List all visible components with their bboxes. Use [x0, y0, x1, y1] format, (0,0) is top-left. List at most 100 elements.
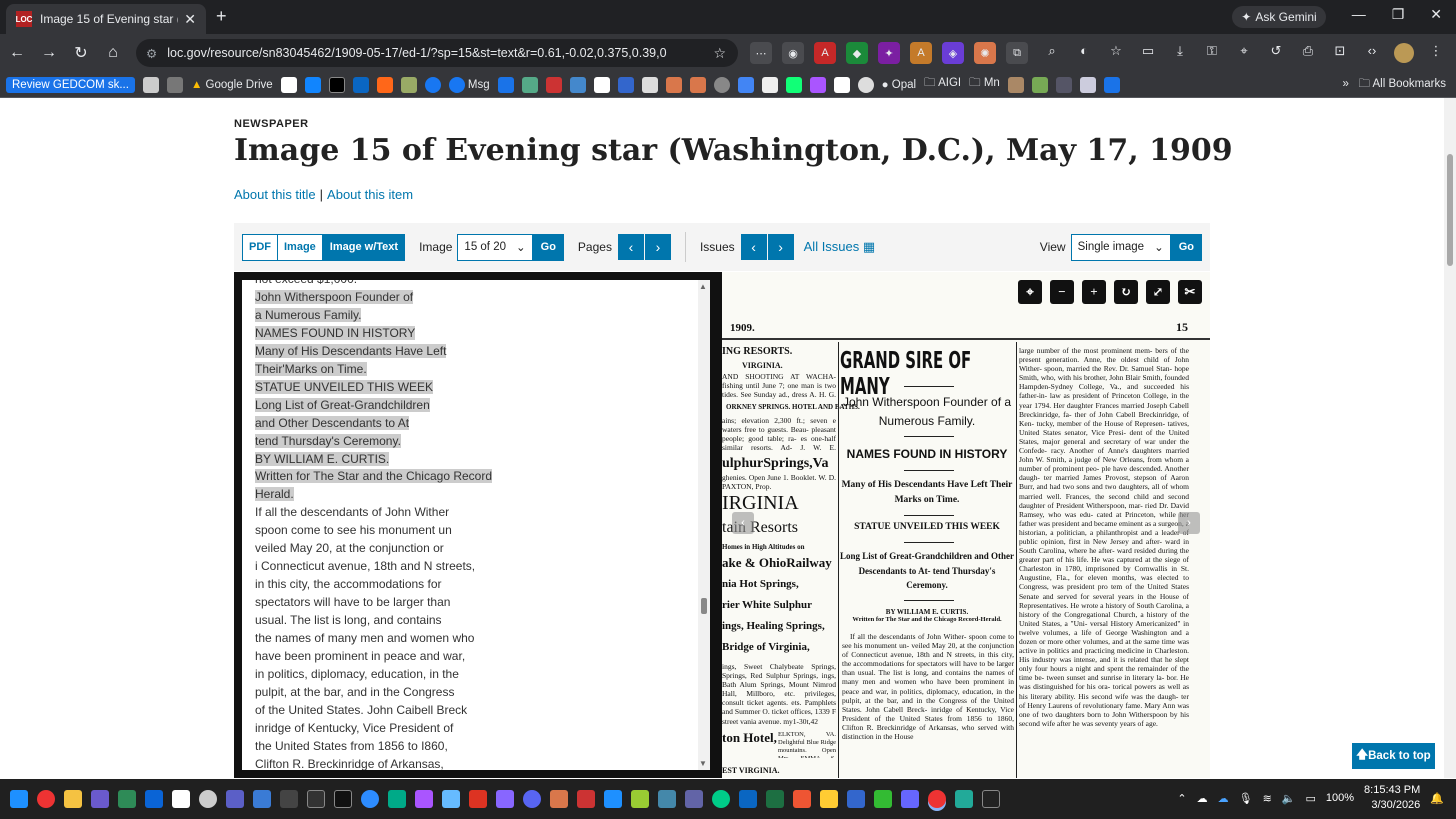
chatgpt-taskbar-icon[interactable] — [199, 790, 217, 808]
page-scrollbar[interactable] — [1444, 98, 1456, 778]
prev-page-button[interactable]: ‹ — [617, 234, 644, 260]
taskbar-app-icon[interactable] — [874, 790, 892, 808]
view-go-button[interactable]: Go — [1170, 233, 1202, 261]
taskbar-app-icon[interactable] — [982, 790, 1000, 808]
code-icon[interactable]: ‹› — [1362, 43, 1382, 63]
bookmark-circle-icon[interactable] — [857, 76, 874, 93]
reload-icon[interactable]: ↻ — [66, 43, 96, 63]
zoom-icon[interactable] — [361, 790, 379, 808]
image-button[interactable]: Image — [278, 233, 323, 261]
wifi-icon[interactable]: ≋ — [1263, 792, 1272, 805]
zoom-out-icon[interactable]: − — [1050, 280, 1074, 304]
extension-purple-icon[interactable]: ✦ — [878, 42, 900, 64]
forward-icon[interactable]: → — [34, 44, 64, 62]
substack-icon[interactable] — [376, 76, 393, 93]
scroll-up-icon[interactable]: ▲ — [699, 282, 707, 291]
all-bookmarks[interactable]: All Bookmarks — [1373, 78, 1447, 90]
taskbar-app-icon[interactable] — [388, 790, 406, 808]
excel-icon[interactable] — [766, 790, 784, 808]
screenshot-icon[interactable]: ⊡ — [1330, 43, 1350, 63]
bookmark-blue-icon[interactable] — [617, 76, 634, 93]
cast-icon[interactable]: ▭ — [1138, 43, 1158, 63]
view-select[interactable]: Single image ⌄ — [1070, 233, 1171, 261]
newspaper-image[interactable]: ⌖ − + ↻ ⤢ ✂ 1909. 15 ING RESORTS. VIRGIN… — [722, 272, 1210, 778]
notification-icon[interactable]: 🔔 — [1430, 792, 1444, 805]
back-to-top-button[interactable]: 🡅 Back to top — [1352, 743, 1435, 769]
bookmark-review-gedcom[interactable]: Review GEDCOM sk... — [6, 76, 135, 93]
restore-icon[interactable]: ❐ — [1392, 6, 1405, 23]
bookmark-img-icon-3[interactable] — [1055, 76, 1072, 93]
profile-avatar[interactable] — [1394, 43, 1414, 63]
bookmark-folder-mn[interactable]: 🗀 Mn — [969, 75, 1000, 94]
microphone-icon[interactable]: 🎙 — [1239, 792, 1253, 805]
history-icon[interactable]: ↺ — [1266, 43, 1286, 63]
claude-taskbar-icon[interactable] — [550, 790, 568, 808]
extension-green-icon[interactable]: ◆ — [846, 42, 868, 64]
edge-icon[interactable] — [712, 790, 730, 808]
claude-icon[interactable]: ✺ — [974, 42, 996, 64]
extension-violet-icon[interactable]: ◈ — [942, 42, 964, 64]
prev-image-arrow-icon[interactable]: ‹ — [732, 512, 754, 534]
page-scroll-thumb[interactable] — [1447, 154, 1453, 266]
perplexity-icon[interactable] — [785, 76, 802, 93]
zoom-in-icon[interactable]: + — [1082, 280, 1106, 304]
windows-start-icon[interactable] — [10, 790, 28, 808]
threads-icon[interactable] — [280, 76, 297, 93]
bookmark-square-icon[interactable] — [761, 76, 778, 93]
apps-grid-icon[interactable] — [166, 76, 183, 93]
taskbar-app-icon[interactable] — [442, 790, 460, 808]
taskbar-app-icon[interactable] — [901, 790, 919, 808]
taskbar-app-icon[interactable] — [118, 790, 136, 808]
bookmark-img-icon-2[interactable] — [1031, 76, 1048, 93]
chat-icon[interactable] — [497, 76, 514, 93]
bookmark-star-icon[interactable]: ☆ — [713, 45, 726, 62]
bookmark-arrow-icon[interactable] — [1079, 76, 1096, 93]
taskbar-app-icon[interactable] — [496, 790, 514, 808]
search-tabs-icon[interactable]: ⌕ — [1042, 43, 1062, 63]
claude-bookmark-icon[interactable] — [665, 76, 682, 93]
x-icon[interactable] — [328, 76, 345, 93]
outlook-icon[interactable] — [145, 790, 163, 808]
taskbar-app-icon[interactable] — [280, 790, 298, 808]
next-image-arrow-icon[interactable]: › — [1178, 512, 1200, 534]
taskbar-app-icon[interactable] — [253, 790, 271, 808]
location-pin-icon[interactable]: ⌖ — [1234, 43, 1254, 63]
bookmark-mono-icon[interactable] — [833, 76, 850, 93]
next-issue-button[interactable]: › — [767, 234, 794, 260]
pdf-button[interactable]: PDF — [242, 233, 278, 261]
menu-dots-icon[interactable]: ⋮ — [1426, 43, 1446, 63]
image-select[interactable]: 15 of 20 ⌄ — [457, 233, 533, 261]
crosshair-icon[interactable]: ⌖ — [1018, 280, 1042, 304]
download-icon[interactable]: ⤓ — [1170, 43, 1190, 63]
taskbar-app-icon[interactable] — [658, 790, 676, 808]
bookmark-msg[interactable]: Msg — [448, 76, 490, 93]
bookmark-blank-icon[interactable] — [142, 76, 159, 93]
bookmark-folder-aigi[interactable]: 🗀 AIGI — [924, 75, 961, 94]
chrome-active-icon[interactable] — [928, 790, 946, 808]
bluesky-icon[interactable] — [304, 76, 321, 93]
clip-scissors-icon[interactable]: ✂ — [1178, 280, 1202, 304]
notion-icon[interactable] — [172, 790, 190, 808]
chevron-up-icon[interactable]: ⌃ — [1177, 792, 1186, 805]
taskbar-app-icon[interactable] — [793, 790, 811, 808]
back-icon[interactable]: ← — [2, 44, 32, 62]
taskbar-app-icon[interactable] — [577, 790, 595, 808]
copilot-icon[interactable] — [809, 76, 826, 93]
rotate-icon[interactable]: ↻ — [1114, 280, 1138, 304]
bookmark-calendar-icon[interactable] — [569, 76, 586, 93]
openai-icon[interactable] — [593, 76, 610, 93]
password-key-icon[interactable]: ⚿ — [1202, 43, 1222, 63]
cloud-icon[interactable]: ☁ — [1197, 792, 1208, 805]
clock[interactable]: 8:15:43 PM 3/30/2026 — [1364, 783, 1420, 813]
camera-icon[interactable]: ◉ — [782, 42, 804, 64]
scroll-down-icon[interactable]: ▼ — [699, 759, 707, 768]
next-page-button[interactable]: › — [644, 234, 671, 260]
linkedin-taskbar-icon[interactable] — [739, 790, 757, 808]
prev-issue-button[interactable]: ‹ — [740, 234, 767, 260]
bookmark-photo-icon[interactable] — [400, 76, 417, 93]
gemini-bookmark-icon[interactable] — [737, 76, 754, 93]
home-icon[interactable]: ⌂ — [98, 44, 128, 62]
ask-gemini-button[interactable]: ✦ Ask Gemini — [1232, 6, 1326, 28]
copilot-taskbar-icon[interactable] — [415, 790, 433, 808]
claude-bookmark-icon-2[interactable] — [689, 76, 706, 93]
